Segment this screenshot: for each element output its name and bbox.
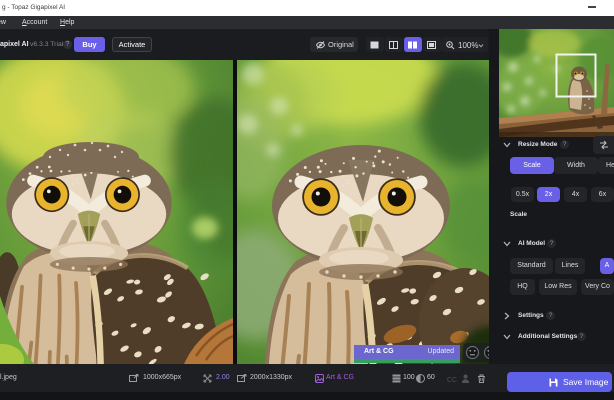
svg-text:CC: CC (447, 377, 457, 383)
